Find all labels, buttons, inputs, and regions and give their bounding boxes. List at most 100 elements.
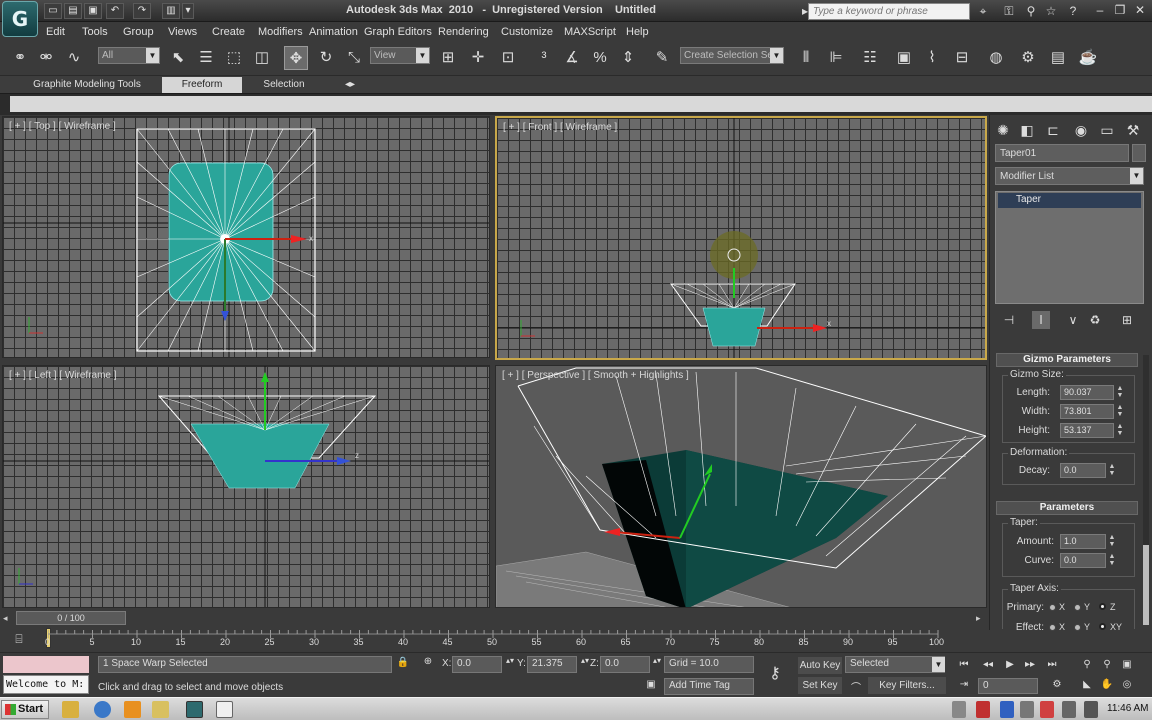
help-icon[interactable]: ? bbox=[1064, 3, 1082, 20]
menu-rendering[interactable]: Rendering bbox=[438, 26, 489, 38]
time-slider-prev-icon[interactable]: ◂ bbox=[3, 613, 8, 624]
window-icon[interactable] bbox=[216, 701, 233, 718]
menu-modifiers[interactable]: Modifiers bbox=[258, 26, 303, 38]
viewport-top[interactable]: [ + ] [ Top ] [ Wireframe ] x bbox=[2, 116, 490, 358]
menu-animation[interactable]: Animation bbox=[309, 26, 358, 38]
keyboard-shortcut-toggle-icon[interactable]: ⊡ bbox=[496, 46, 520, 70]
curve-spinner-arrows[interactable]: ▲ ▼ bbox=[1108, 553, 1116, 568]
rectangular-selection-icon[interactable]: ⬚ bbox=[222, 46, 246, 70]
effect-x-radio[interactable] bbox=[1049, 624, 1056, 631]
time-configuration-icon[interactable]: ⚙ bbox=[1048, 677, 1066, 693]
primary-z-radio[interactable] bbox=[1099, 603, 1106, 610]
minimize-icon[interactable]: ‒ bbox=[1090, 2, 1110, 20]
search-input[interactable]: Type a keyword or phrase bbox=[808, 3, 970, 20]
go-to-start-icon[interactable]: ⏮ bbox=[955, 657, 973, 673]
z-coordinate-field[interactable]: 0.0 bbox=[600, 656, 650, 673]
amount-spinner-arrows[interactable]: ▲ ▼ bbox=[1108, 534, 1116, 549]
zoom-all-icon[interactable]: ⚲ bbox=[1098, 657, 1116, 673]
x-spinner-arrows[interactable]: ▴▾ bbox=[506, 656, 514, 665]
angle-snap-icon[interactable]: ∡ bbox=[560, 46, 584, 70]
select-by-name-icon[interactable]: ☰ bbox=[194, 46, 218, 70]
tab-graphite-modeling-tools[interactable]: Graphite Modeling Tools bbox=[20, 77, 154, 93]
open-icon[interactable]: ▤ bbox=[64, 3, 82, 19]
mirror-icon[interactable]: ⫴ bbox=[794, 46, 818, 70]
tab-selection[interactable]: Selection bbox=[248, 77, 320, 93]
save-icon[interactable]: ▣ bbox=[84, 3, 102, 19]
field-of-view-icon[interactable]: ◣ bbox=[1078, 677, 1096, 693]
show-end-result-icon[interactable]: Ⅰ bbox=[1032, 311, 1050, 329]
x-coordinate-field[interactable]: 0.0 bbox=[452, 656, 502, 673]
configure-modifier-sets-icon[interactable]: ⊞ bbox=[1118, 311, 1136, 329]
length-spinner-arrows[interactable]: ▲ ▼ bbox=[1116, 385, 1124, 400]
3ds-max-taskbar-icon[interactable] bbox=[186, 701, 203, 718]
auto-key-button[interactable]: Auto Key bbox=[798, 657, 842, 674]
menu-create[interactable]: Create bbox=[212, 26, 245, 38]
display-tab-icon[interactable]: ▭ bbox=[1096, 119, 1118, 141]
tab-freeform[interactable]: Freeform bbox=[162, 77, 242, 93]
key-mode-dropdown[interactable]: Selected bbox=[845, 656, 945, 673]
render-setup-icon[interactable]: ⚙ bbox=[1016, 46, 1040, 70]
time-tag-icon[interactable]: ▣ bbox=[643, 679, 659, 690]
viewport-label-left[interactable]: [ + ] [ Left ] [ Wireframe ] bbox=[9, 370, 117, 381]
play-icon[interactable]: ▶ bbox=[1001, 657, 1019, 673]
tray-network-icon[interactable] bbox=[952, 701, 966, 718]
go-to-end-icon[interactable]: ⏭ bbox=[1043, 657, 1061, 673]
next-frame-icon[interactable]: ▸▸ bbox=[1021, 657, 1039, 673]
layer-manager-icon[interactable]: ☷ bbox=[858, 46, 882, 70]
current-frame-field[interactable]: 0 bbox=[978, 678, 1038, 694]
y-coordinate-field[interactable]: 21.375 bbox=[527, 656, 577, 673]
undo-icon[interactable]: ↶ bbox=[106, 3, 124, 19]
start-button[interactable]: Start bbox=[1, 700, 49, 719]
new-icon[interactable]: ▭ bbox=[44, 3, 62, 19]
menu-customize[interactable]: Customize bbox=[501, 26, 553, 38]
decay-spinner-arrows[interactable]: ▲ ▼ bbox=[1108, 463, 1116, 478]
curve-editor-icon[interactable]: ⌇ bbox=[920, 46, 944, 70]
menu-tools[interactable]: Tools bbox=[82, 26, 108, 38]
pan-view-icon[interactable]: ✋ bbox=[1098, 677, 1116, 693]
z-spinner-arrows[interactable]: ▴▾ bbox=[653, 656, 661, 665]
command-panel-scrollbar[interactable] bbox=[1143, 355, 1149, 625]
select-scale-icon[interactable]: ⤡ bbox=[342, 46, 366, 70]
manipulate-icon[interactable]: ✛ bbox=[466, 46, 490, 70]
favorites-icon[interactable]: ☆ bbox=[1042, 3, 1060, 20]
key-mode-toggle-icon[interactable]: ⇥ bbox=[955, 677, 973, 693]
mini-curve-editor-icon[interactable]: ⌸ bbox=[10, 630, 28, 648]
make-unique-icon[interactable]: ∨ bbox=[1064, 311, 1082, 329]
media-player-icon[interactable] bbox=[124, 701, 141, 718]
menu-maxscript[interactable]: MAXScript bbox=[564, 26, 616, 38]
object-color-swatch[interactable] bbox=[1132, 144, 1146, 162]
tray-antivirus-icon[interactable] bbox=[976, 701, 990, 718]
default-tangent-icon[interactable]: ⌒ bbox=[848, 679, 864, 694]
height-spinner[interactable]: 53.137 bbox=[1060, 423, 1114, 438]
zoom-extents-icon[interactable]: ▣ bbox=[1118, 657, 1136, 673]
effect-xy-radio[interactable] bbox=[1099, 623, 1106, 630]
add-time-tag-button[interactable]: Add Time Tag bbox=[664, 678, 754, 695]
folder-icon[interactable] bbox=[152, 701, 169, 718]
width-spinner-arrows[interactable]: ▲ ▼ bbox=[1116, 404, 1124, 419]
percent-snap-icon[interactable]: % bbox=[588, 46, 612, 70]
primary-y-radio[interactable] bbox=[1074, 604, 1081, 611]
scrollbar-thumb[interactable] bbox=[1143, 545, 1149, 625]
communication-icon[interactable]: ⚲ bbox=[1022, 3, 1040, 20]
schematic-view-icon[interactable]: ⊟ bbox=[950, 46, 974, 70]
window-crossing-icon[interactable]: ◫ bbox=[250, 46, 274, 70]
height-spinner-arrows[interactable]: ▲ ▼ bbox=[1116, 423, 1124, 438]
hierarchy-tab-icon[interactable]: ⊏ bbox=[1042, 119, 1064, 141]
remove-modifier-icon[interactable]: ♻ bbox=[1086, 311, 1104, 329]
time-slider-thumb[interactable]: 0 / 100 bbox=[16, 611, 126, 625]
render-production-icon[interactable]: ☕ bbox=[1076, 46, 1100, 70]
application-menu-button[interactable]: G bbox=[2, 1, 38, 37]
bind-space-warp-icon[interactable]: ∿ bbox=[62, 46, 86, 70]
modify-tab-icon[interactable]: ◧ bbox=[1016, 119, 1038, 141]
select-object-icon[interactable]: ⬉ bbox=[166, 46, 190, 70]
object-name-field[interactable]: Taper01 bbox=[995, 144, 1129, 162]
set-key-button[interactable]: Set Key bbox=[798, 677, 842, 694]
time-slider-next-icon[interactable]: ▸ bbox=[976, 613, 981, 624]
selection-filter-dropdown[interactable]: All ▼ bbox=[98, 47, 160, 64]
orbit-icon[interactable]: ◎ bbox=[1118, 677, 1136, 693]
modifier-stack-item[interactable]: Taper bbox=[998, 193, 1141, 208]
menu-group[interactable]: Group bbox=[123, 26, 154, 38]
pivot-center-icon[interactable]: ⊞ bbox=[436, 46, 460, 70]
zoom-icon[interactable]: ⚲ bbox=[1078, 657, 1096, 673]
graphite-toggle-icon[interactable]: ▣ bbox=[892, 46, 916, 70]
